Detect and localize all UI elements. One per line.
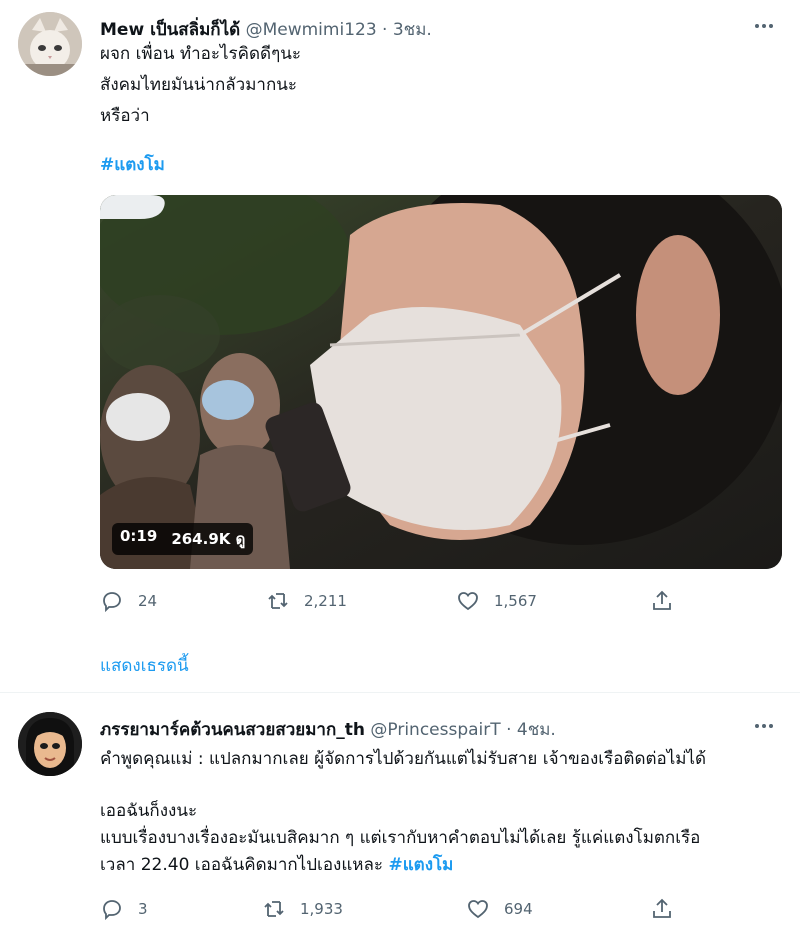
tweet2-handle[interactable]: @PrincesspairT — [370, 720, 500, 740]
video-views: 264.9K ดู — [171, 530, 246, 548]
tweet1-timestamp[interactable]: 3ชม. — [393, 20, 432, 40]
tweet2-display-name[interactable]: ภรรยามาร์คต้วนคนสวยสวยมาก_th — [100, 720, 365, 740]
tweet2-reply-button[interactable]: 3 — [100, 897, 148, 921]
tweet2-timestamp[interactable]: 4ชม. — [517, 720, 556, 740]
reply-icon — [103, 900, 121, 921]
tweet1-more-icon[interactable] — [750, 16, 778, 36]
tweet2-actions: 3 1,933 694 — [100, 897, 680, 921]
retweet-icon — [268, 593, 288, 609]
tweet1-share-button[interactable] — [650, 589, 674, 613]
tweet2-more-icon[interactable] — [750, 716, 778, 736]
heart-icon — [458, 592, 478, 611]
tweet1-header: Mew เป็นสลิ่มก็ได้ @Mewmimi123 · 3ชม. — [100, 16, 432, 43]
tweet1-separator: · — [382, 20, 388, 40]
tweet1-retweet-button[interactable]: 2,211 — [266, 589, 347, 613]
tweet2-text-line: เออฉันก็งงนะ — [100, 801, 198, 821]
tweet2-retweet-count: 1,933 — [300, 900, 343, 918]
avatar-princesspairt[interactable] — [18, 712, 82, 776]
tweet2-header: ภรรยามาร์คต้วนคนสวยสวยมาก_th @Princesspa… — [100, 716, 556, 743]
tweet1-retweet-count: 2,211 — [304, 592, 347, 610]
tweet2-text-line: แบบเรื่องบางเรื่องอะมันเบสิคมาก ๆ แต่เรา… — [100, 828, 701, 848]
tweet2-hashtag-link[interactable]: #แตงโม — [388, 855, 453, 875]
share-icon — [653, 898, 671, 918]
tweet1-like-button[interactable]: 1,567 — [456, 589, 537, 613]
tweet2-text-line-last: เวลา 22.40 เออฉันคิดมากไปเองแหละ #แตงโม — [100, 853, 453, 877]
video-duration: 0:19 — [120, 527, 158, 545]
tweet1-like-count: 1,567 — [494, 592, 537, 610]
tweet2-reply-count: 3 — [138, 900, 148, 918]
tweet-divider — [0, 692, 800, 693]
tweet2-like-button[interactable]: 694 — [466, 897, 533, 921]
tweet1-display-name[interactable]: Mew เป็นสลิ่มก็ได้ — [100, 20, 240, 40]
tweet1-text-line: ผจก เพื่อน ทำอะไรคิดดีๆนะ — [100, 44, 301, 64]
tweet1-text-line: สังคมไทยมันน่ากลัวมากนะ — [100, 75, 298, 95]
reply-icon — [103, 592, 121, 613]
tweet2-text-line: คำพูดคุณแม่ : แปลกมากเลย ผู้จัดการไปด้วย… — [100, 749, 707, 769]
tweet2-separator: · — [506, 720, 512, 740]
tweet1-reply-count: 24 — [138, 592, 158, 610]
show-thread-link[interactable]: แสดงเธรดนี้ — [100, 652, 189, 679]
tweet1-hashtag-link[interactable]: #แตงโม — [100, 153, 165, 177]
tweet1-reply-button[interactable]: 24 — [100, 589, 157, 613]
retweet-icon — [264, 901, 284, 917]
tweet1-actions: 24 2,211 1,567 — [100, 589, 680, 613]
heart-icon — [468, 900, 488, 919]
video-stats-badge: 0:19 264.9K ดู — [112, 523, 254, 555]
tweet2-share-button[interactable] — [650, 897, 674, 921]
tweet1-video[interactable]: 0:19 264.9K ดู — [100, 195, 782, 569]
tweet2-like-count: 694 — [504, 900, 533, 918]
tweet1-text-line: หรือว่า — [100, 106, 150, 126]
tweet2-text: เวลา 22.40 เออฉันคิดมากไปเองแหละ — [100, 855, 384, 875]
share-icon — [653, 590, 671, 610]
avatar-mewmimi[interactable] — [18, 12, 82, 76]
tweet2-retweet-button[interactable]: 1,933 — [262, 897, 343, 921]
tweet1-handle[interactable]: @Mewmimi123 — [246, 20, 377, 40]
